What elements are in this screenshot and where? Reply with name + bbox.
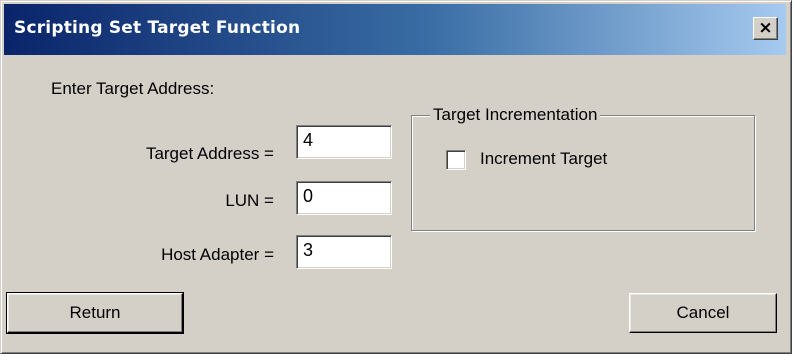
dialog-window: Scripting Set Target Function × Enter Ta… <box>0 0 792 354</box>
increment-target-checkbox[interactable] <box>446 150 466 170</box>
enter-target-prompt: Enter Target Address: <box>51 79 215 98</box>
group-legend: Target Incrementation <box>430 105 601 125</box>
target-address-label: Target Address = <box>145 144 274 163</box>
cancel-button[interactable]: Cancel <box>629 293 777 333</box>
target-address-input[interactable]: 4 <box>296 125 392 159</box>
window-title: Scripting Set Target Function <box>14 18 301 38</box>
lun-input[interactable]: 0 <box>296 181 392 215</box>
target-incrementation-group: Target Incrementation Increment Target <box>411 105 755 231</box>
return-button[interactable]: Return <box>6 292 184 334</box>
lun-label: LUN = <box>225 191 274 210</box>
title-bar[interactable]: Scripting Set Target Function × <box>4 4 786 55</box>
increment-target-label[interactable]: Increment Target <box>480 149 607 169</box>
host-adapter-label: Host Adapter = <box>161 245 274 264</box>
close-icon: × <box>758 18 773 38</box>
close-button[interactable]: × <box>753 17 778 40</box>
host-adapter-input[interactable]: 3 <box>296 235 392 269</box>
